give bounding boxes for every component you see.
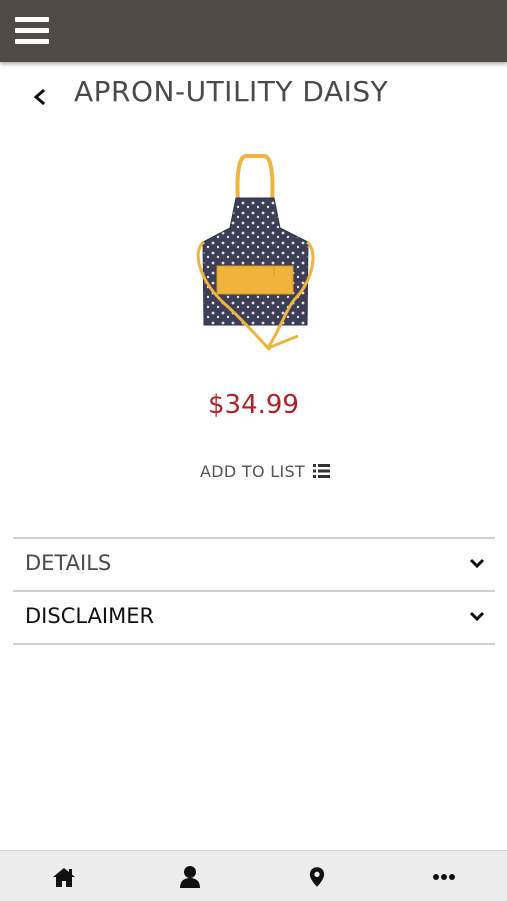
add-to-list-button[interactable]: ADD TO LIST bbox=[200, 460, 330, 482]
back-chevron-icon[interactable] bbox=[30, 87, 50, 107]
location-pin-icon bbox=[309, 867, 325, 887]
product-image bbox=[196, 154, 315, 352]
details-label: DETAILS bbox=[25, 551, 112, 575]
home-button[interactable] bbox=[51, 864, 77, 890]
user-icon bbox=[180, 866, 200, 888]
add-to-list-label: ADD TO LIST bbox=[200, 461, 305, 481]
home-icon bbox=[53, 868, 75, 887]
chevron-down-icon bbox=[469, 558, 485, 569]
disclaimer-label: DISCLAIMER bbox=[25, 604, 155, 628]
list-icon bbox=[313, 464, 330, 478]
location-button[interactable] bbox=[304, 864, 330, 890]
product-header: APRON-UTILITY DAISY bbox=[0, 70, 507, 120]
product-title: APRON-UTILITY DAISY bbox=[74, 75, 389, 108]
bottom-navigation bbox=[0, 850, 507, 901]
hamburger-icon[interactable] bbox=[15, 17, 49, 47]
more-icon bbox=[433, 874, 455, 880]
disclaimer-section-header[interactable]: DISCLAIMER bbox=[13, 590, 495, 645]
chevron-down-icon bbox=[469, 611, 485, 622]
details-section-header[interactable]: DETAILS bbox=[13, 537, 495, 590]
product-sections: DETAILS DISCLAIMER bbox=[13, 537, 495, 645]
top-app-bar bbox=[0, 0, 507, 62]
account-button[interactable] bbox=[177, 864, 203, 890]
more-button[interactable] bbox=[431, 864, 457, 890]
product-price: $34.99 bbox=[208, 390, 299, 420]
